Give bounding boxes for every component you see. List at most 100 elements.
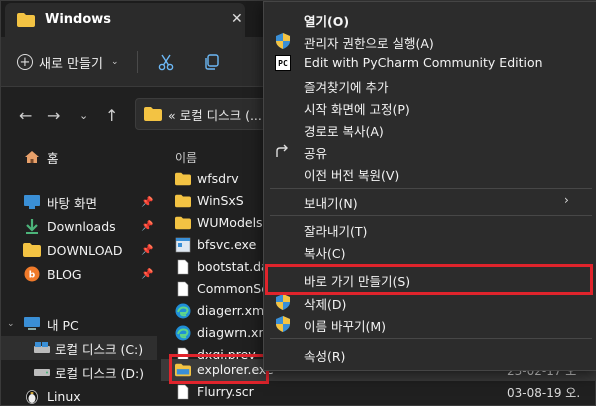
menu-item-label: Edit with PyCharm Community Edition	[304, 55, 543, 70]
file-icon	[177, 281, 189, 297]
file-date: 03-08-19 오.	[507, 386, 581, 400]
sidebar-item-label: 로컬 디스크 (C:)	[55, 341, 144, 357]
chevron-down-icon[interactable]: ⌄	[7, 319, 15, 329]
menu-separator	[270, 188, 592, 189]
file-name: bfsvc.exe	[197, 237, 257, 252]
sidebar-item-drive-d[interactable]: 로컬 디스크 (D:)	[1, 360, 157, 384]
address-bar[interactable]: « 로컬 디스크 (...	[135, 98, 275, 130]
menu-item-properties[interactable]: 속성(R)	[264, 343, 596, 365]
menu-item-label: 이름 바꾸기(M)	[304, 319, 387, 334]
sidebar-item-home[interactable]: 홈	[1, 145, 157, 169]
file-name: wfsdrv	[197, 171, 239, 186]
menu-item-pycharm[interactable]: PC Edit with PyCharm Community Edition	[264, 52, 596, 74]
command-separator	[137, 51, 138, 73]
sidebar-item-label: 로컬 디스크 (D:)	[55, 365, 145, 381]
menu-item-label: 삭제(D)	[304, 297, 347, 312]
file-name: diagerr.xml	[197, 303, 268, 318]
back-arrow-icon[interactable]: ←	[19, 106, 32, 125]
menu-item-copy[interactable]: 복사(C)	[264, 240, 596, 262]
menu-item-label: 이전 버전 복원(V)	[304, 168, 400, 183]
shield-icon	[275, 316, 291, 332]
tab-title: Windows	[45, 12, 112, 27]
exe-icon	[175, 237, 191, 253]
menu-separator	[270, 215, 592, 216]
sidebar-item-drive-c[interactable]: 로컬 디스크 (C:)	[1, 336, 157, 360]
edge-icon	[175, 325, 191, 341]
svg-text:b: b	[29, 271, 36, 281]
menu-item-label: 관리자 권한으로 실행(A)	[304, 36, 434, 51]
menu-item-open[interactable]: 열기(O)	[264, 8, 596, 30]
menu-item-rename[interactable]: 이름 바꾸기(M)	[264, 313, 596, 335]
edge-icon	[175, 303, 191, 319]
drive-icon	[33, 364, 51, 380]
linux-icon	[23, 388, 41, 404]
menu-item-share[interactable]: 공유	[264, 140, 596, 162]
menu-item-label: 시작 화면에 고정(P)	[304, 102, 410, 117]
folder-icon	[175, 194, 191, 208]
sidebar-item-linux[interactable]: Linux	[1, 384, 157, 406]
up-arrow-icon[interactable]: ↑	[105, 106, 118, 125]
tab-windows[interactable]: Windows ✕	[5, 3, 245, 37]
menu-item-label: 공유	[304, 146, 328, 161]
shield-icon	[275, 294, 291, 310]
sidebar-item-blog[interactable]: b BLOG 📌	[1, 262, 157, 286]
menu-item-label: 잘라내기(T)	[304, 224, 368, 239]
sidebar-item-desktop[interactable]: 바탕 화면 📌	[1, 190, 157, 214]
plus-circle-icon: +	[17, 54, 33, 70]
desktop-icon	[23, 194, 41, 210]
explorer-window: Windows ✕ + 새로 만들기 ⌄ ← → ⌄ ↑ « 로컬 디스크 (.…	[0, 0, 596, 406]
new-button[interactable]: + 새로 만들기 ⌄	[17, 52, 118, 72]
sidebar-item-label: Downloads	[47, 218, 116, 234]
sidebar-item-label: BLOG	[47, 266, 82, 282]
pycharm-badge: PC	[275, 55, 291, 71]
cut-icon[interactable]	[155, 51, 177, 73]
new-button-label: 새로 만들기	[39, 56, 103, 72]
sidebar-item-label: 내 PC	[47, 317, 79, 333]
highlight-box-explorer	[169, 354, 269, 384]
close-icon[interactable]: ✕	[231, 11, 243, 27]
folder-icon	[17, 13, 35, 27]
menu-item-copy-path[interactable]: 경로로 복사(A)	[264, 118, 596, 140]
sidebar-item-label: 바탕 화면	[47, 195, 97, 211]
menu-item-send-to[interactable]: 보내기(N) ›	[264, 190, 596, 212]
share-icon	[275, 143, 291, 159]
pin-icon[interactable]: 📌	[141, 245, 153, 256]
copy-icon[interactable]	[201, 51, 223, 73]
column-header-name[interactable]: 이름	[175, 149, 197, 166]
file-name: WinSxS	[197, 193, 244, 208]
folder-icon	[175, 172, 191, 186]
address-path: « 로컬 디스크 (...	[168, 107, 262, 123]
menu-separator	[270, 338, 592, 339]
pin-icon[interactable]: 📌	[141, 221, 153, 232]
forward-arrow-icon[interactable]: →	[47, 106, 60, 125]
shield-icon	[275, 33, 291, 49]
recent-chevron-icon[interactable]: ⌄	[79, 109, 88, 122]
sidebar-item-label: 홈	[47, 150, 59, 166]
menu-item-pin-start[interactable]: 시작 화면에 고정(P)	[264, 96, 596, 118]
sidebar-item-label: DOWNLOAD	[47, 242, 123, 258]
context-menu: 열기(O) 관리자 권한으로 실행(A) PC Edit with PyChar…	[263, 1, 596, 371]
sidebar-item-this-pc[interactable]: ⌄ 내 PC	[1, 312, 157, 336]
file-name: Flurry.scr	[197, 384, 254, 399]
pin-icon[interactable]: 📌	[141, 269, 153, 280]
sidebar-item-label: Linux	[47, 388, 81, 404]
menu-item-label: 열기(O)	[304, 14, 350, 29]
pin-icon[interactable]: 📌	[141, 197, 153, 208]
menu-item-label: 복사(C)	[304, 246, 346, 261]
menu-item-add-favorite[interactable]: 즐겨찾기에 추가	[264, 74, 596, 96]
file-row[interactable]: Flurry.scr 03-08-19 오.	[161, 381, 596, 403]
menu-item-cut[interactable]: 잘라내기(T)	[264, 218, 596, 240]
pycharm-icon: PC	[275, 55, 291, 71]
chevron-down-icon: ⌄	[110, 57, 119, 67]
sidebar-item-download-folder[interactable]: DOWNLOAD 📌	[1, 238, 157, 262]
menu-item-restore-previous[interactable]: 이전 버전 복원(V)	[264, 162, 596, 184]
sidebar-item-downloads[interactable]: Downloads 📌	[1, 214, 157, 238]
highlight-box-shortcut	[265, 264, 593, 295]
navigation-pane: 홈 바탕 화면 📌 Downloads 📌 DOWNLOAD 📌 b BLOG …	[1, 141, 159, 406]
file-icon	[177, 384, 189, 400]
menu-item-run-as-admin[interactable]: 관리자 권한으로 실행(A)	[264, 30, 596, 52]
menu-item-label: 보내기(N)	[304, 196, 358, 211]
folder-icon	[23, 242, 41, 258]
drive-icon	[33, 340, 51, 356]
menu-item-label: 경로로 복사(A)	[304, 124, 384, 139]
